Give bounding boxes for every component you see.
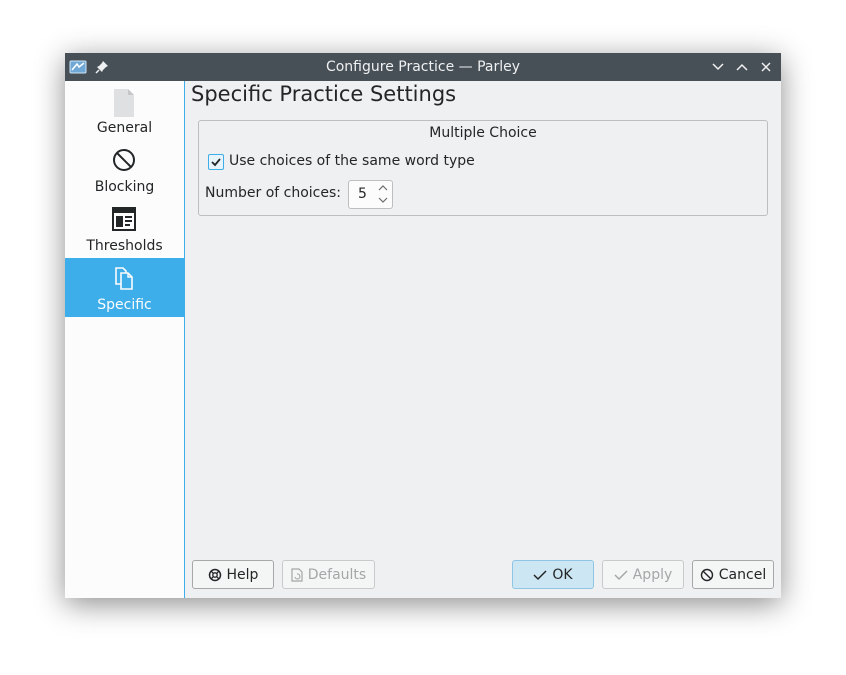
sidebar-item-thresholds[interactable]: Thresholds (65, 199, 184, 258)
ok-button-label: OK (552, 566, 573, 583)
defaults-button[interactable]: Defaults (282, 560, 375, 589)
blocking-icon (112, 148, 136, 172)
sidebar-item-label: Thresholds (86, 238, 163, 254)
spin-arrows-icon[interactable] (377, 183, 389, 205)
ok-button[interactable]: OK (512, 560, 594, 589)
maximize-icon[interactable] (733, 58, 751, 76)
checkmark-icon (533, 569, 547, 580)
minimize-icon[interactable] (709, 58, 727, 76)
number-of-choices-spinbox[interactable]: 5 (348, 180, 393, 209)
dialog-window: Configure Practice — Parley General Bloc… (65, 53, 781, 598)
page-list-sidebar: General Blocking Thresholds Specific (65, 81, 185, 598)
document-icon (112, 89, 136, 117)
title-bar: Configure Practice — Parley (65, 53, 781, 81)
sidebar-item-blocking[interactable]: Blocking (65, 140, 184, 199)
close-icon[interactable] (757, 58, 775, 76)
apply-button[interactable]: Apply (602, 560, 684, 589)
help-button[interactable]: Help (192, 560, 274, 589)
sidebar-item-general[interactable]: General (65, 81, 184, 140)
number-of-choices-label: Number of choices: (205, 185, 341, 201)
cancel-button[interactable]: Cancel (692, 560, 774, 589)
sidebar-item-specific[interactable]: Specific (65, 258, 184, 317)
apply-button-label: Apply (632, 566, 673, 583)
checkmark-icon (211, 158, 221, 167)
cancel-button-label: Cancel (718, 566, 767, 583)
checkmark-icon (614, 569, 628, 580)
same-word-type-checkbox[interactable] (208, 154, 224, 170)
defaults-button-label: Defaults (307, 566, 367, 583)
window-title: Configure Practice — Parley (325, 59, 521, 75)
same-word-type-label[interactable]: Use choices of the same word type (229, 153, 475, 169)
help-button-label: Help (226, 566, 259, 583)
page-title: Specific Practice Settings (191, 82, 457, 106)
spinbox-value[interactable]: 5 (358, 186, 367, 202)
sidebar-item-label: Blocking (94, 179, 155, 195)
document-revert-icon (291, 567, 303, 582)
multiple-choice-group: Multiple Choice Use choices of the same … (198, 120, 768, 216)
help-icon (208, 568, 221, 581)
copy-icon (112, 266, 136, 290)
sidebar-item-label: Specific (97, 297, 152, 313)
cancel-icon (700, 568, 713, 581)
thresholds-icon (112, 207, 136, 231)
sidebar-item-label: General (96, 120, 153, 136)
group-title: Multiple Choice (429, 125, 537, 141)
